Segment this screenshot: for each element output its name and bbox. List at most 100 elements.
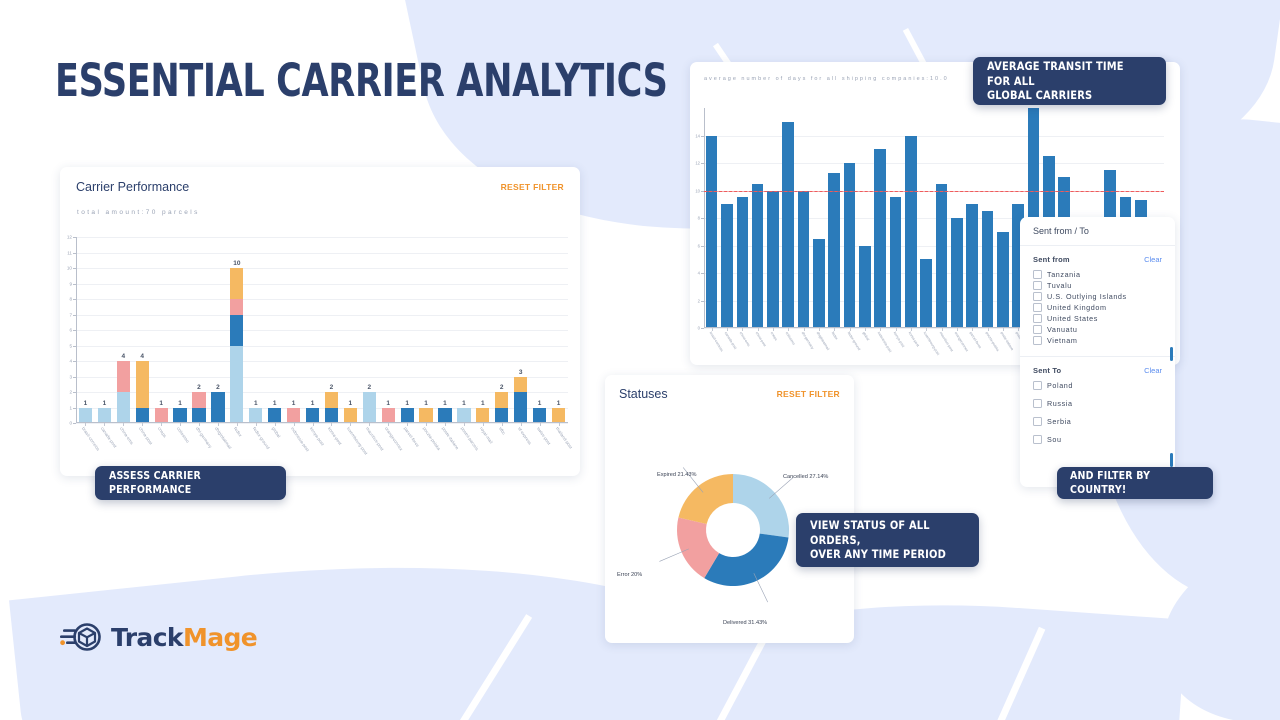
bar-column[interactable]: 1 <box>95 237 114 423</box>
bar-column[interactable] <box>949 108 964 328</box>
donut-slice[interactable] <box>733 474 789 538</box>
bar-column[interactable]: 1 <box>454 237 473 423</box>
bar-segment[interactable] <box>97 407 111 423</box>
carrier-reset-filter-button[interactable]: RESET FILTER <box>501 182 564 192</box>
bar-column[interactable] <box>857 108 872 328</box>
bar-segment[interactable] <box>514 392 528 423</box>
sent-to-clear-button[interactable]: Clear <box>1144 366 1162 375</box>
filter-option-row[interactable]: U.S. Outlying Islands <box>1033 292 1162 301</box>
bar-stack[interactable]: 4 <box>116 353 130 423</box>
bar-column[interactable] <box>811 108 826 328</box>
bar-column[interactable]: 1 <box>473 237 492 423</box>
transit-bar[interactable] <box>828 173 841 328</box>
filter-option-row[interactable]: Poland <box>1033 381 1162 390</box>
bar-segment[interactable] <box>286 407 301 423</box>
bar-segment[interactable] <box>457 407 471 423</box>
bar-stack[interactable]: 3 <box>514 369 528 423</box>
transit-bar[interactable] <box>966 204 979 328</box>
bar-column[interactable] <box>965 108 980 328</box>
bar-column[interactable]: 1 <box>303 237 322 423</box>
bar-column[interactable] <box>873 108 888 328</box>
filter-option-row[interactable]: Tanzania <box>1033 270 1162 279</box>
bar-stack[interactable]: 1 <box>154 400 168 423</box>
checkbox-icon[interactable] <box>1033 417 1042 426</box>
bar-column[interactable]: 1 <box>76 237 95 423</box>
bar-column[interactable]: 1 <box>417 237 436 423</box>
bar-column[interactable] <box>827 108 842 328</box>
transit-bar[interactable] <box>951 218 963 328</box>
bar-segment[interactable] <box>532 407 547 423</box>
bar-column[interactable] <box>781 108 796 328</box>
bar-segment[interactable] <box>268 407 282 423</box>
carrier-performance-chart[interactable]: 0 1 2 3 4 5 6 7 8 9 10 11 12 1 1 4 4 1 1 2 2 10 1 1 1 1 2 1 2 1 1 1 1 1 1 2… <box>67 235 573 456</box>
bar-stack[interactable]: 1 <box>551 400 566 423</box>
bar-segment[interactable] <box>116 392 130 423</box>
bar-stack[interactable]: 1 <box>249 400 263 423</box>
bar-segment[interactable] <box>78 407 93 423</box>
transit-bar[interactable] <box>920 259 933 328</box>
statuses-reset-filter-button[interactable]: RESET FILTER <box>777 389 840 399</box>
bar-column[interactable]: 1 <box>530 237 549 423</box>
bar-segment[interactable] <box>173 407 187 423</box>
bar-column[interactable] <box>796 108 811 328</box>
bar-segment[interactable] <box>476 407 490 423</box>
bar-stack[interactable]: 1 <box>97 400 111 423</box>
transit-bar[interactable] <box>905 135 917 328</box>
checkbox-icon[interactable] <box>1033 314 1042 323</box>
donut-slice[interactable] <box>704 533 789 586</box>
bar-column[interactable]: 1 <box>379 237 398 423</box>
bar-stack[interactable]: 1 <box>305 400 320 423</box>
bar-stack[interactable]: 1 <box>457 400 471 423</box>
bar-column[interactable]: 2 <box>492 237 511 423</box>
bar-column[interactable]: 3 <box>511 237 530 423</box>
bar-column[interactable]: 1 <box>152 237 171 423</box>
bar-column[interactable] <box>903 108 918 328</box>
bar-column[interactable] <box>980 108 995 328</box>
transit-bar[interactable] <box>874 149 887 328</box>
bar-column[interactable]: 1 <box>284 237 303 423</box>
bar-column[interactable] <box>934 108 949 328</box>
bar-stack[interactable]: 4 <box>135 353 149 423</box>
bar-stack[interactable]: 1 <box>173 400 187 423</box>
transit-bar[interactable] <box>782 121 795 328</box>
bar-segment[interactable] <box>135 407 149 423</box>
bar-segment[interactable] <box>154 407 168 423</box>
bar-column[interactable] <box>888 108 903 328</box>
bar-column[interactable] <box>995 108 1010 328</box>
filter-option-row[interactable]: United Kingdom <box>1033 303 1162 312</box>
filter-option-row[interactable]: Tuvalu <box>1033 281 1162 290</box>
bar-column[interactable]: 2 <box>360 237 379 423</box>
bar-stack[interactable]: 1 <box>476 400 490 423</box>
bar-segment[interactable] <box>230 345 244 423</box>
bar-stack[interactable]: 2 <box>362 384 376 423</box>
bar-column[interactable]: 4 <box>133 237 152 423</box>
filter-option-row[interactable]: United States <box>1033 314 1162 323</box>
transit-bar[interactable] <box>889 197 902 328</box>
transit-bar[interactable] <box>705 135 718 328</box>
transit-bar[interactable] <box>721 204 733 328</box>
bar-stack[interactable]: 1 <box>400 400 414 423</box>
bar-stack[interactable]: 1 <box>286 400 301 423</box>
bar-column[interactable]: 1 <box>341 237 360 423</box>
bar-segment[interactable] <box>514 376 528 392</box>
filter-option-row[interactable]: Serbia <box>1033 417 1162 426</box>
bar-column[interactable]: 10 <box>227 237 246 423</box>
checkbox-icon[interactable] <box>1033 281 1042 290</box>
bar-stack[interactable]: 1 <box>419 400 433 423</box>
bar-column[interactable] <box>750 108 765 328</box>
transit-bar[interactable] <box>935 183 948 328</box>
checkbox-icon[interactable] <box>1033 325 1042 334</box>
checkbox-icon[interactable] <box>1033 399 1042 408</box>
bar-column[interactable] <box>719 108 734 328</box>
bar-column[interactable] <box>735 108 750 328</box>
bar-column[interactable]: 1 <box>549 237 568 423</box>
bar-stack[interactable]: 2 <box>211 384 225 423</box>
bar-column[interactable]: 1 <box>398 237 417 423</box>
bar-column[interactable] <box>704 108 719 328</box>
bar-segment[interactable] <box>324 407 339 423</box>
transit-bar[interactable] <box>859 245 871 328</box>
transit-bar[interactable] <box>767 190 779 328</box>
bar-column[interactable] <box>765 108 780 328</box>
bar-stack[interactable]: 1 <box>343 400 357 423</box>
transit-bar[interactable] <box>813 238 825 328</box>
